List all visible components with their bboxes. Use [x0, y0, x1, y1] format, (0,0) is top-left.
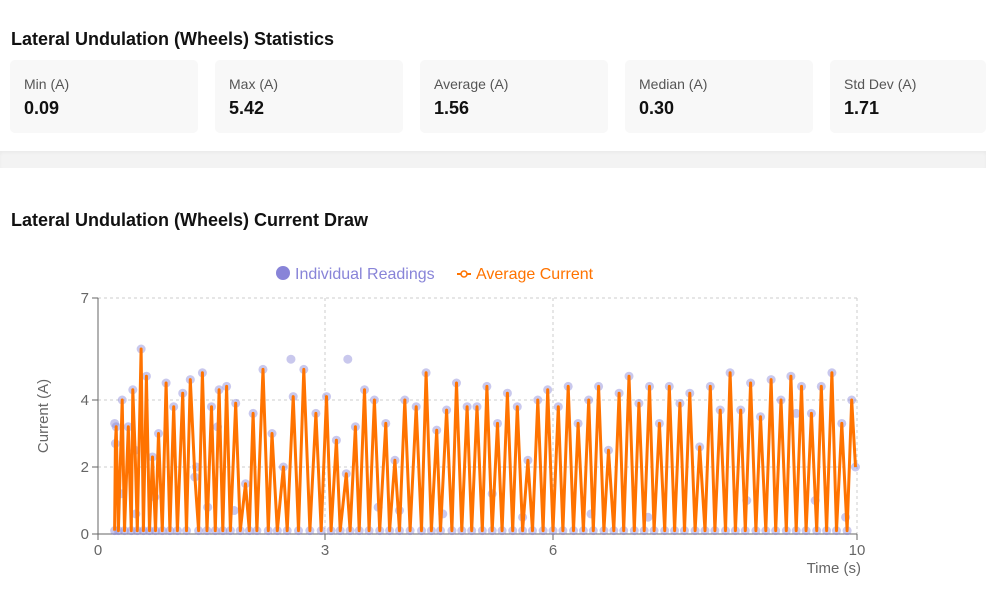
stat-value: 1.56 — [434, 98, 470, 118]
stat-label: Min (A) — [24, 76, 70, 92]
legend-marker-dot — [460, 270, 468, 278]
stat-value: 1.71 — [844, 98, 880, 118]
stats-section-title: Lateral Undulation (Wheels) Statistics — [11, 29, 335, 49]
legend-marker-individual-readings — [276, 266, 290, 280]
stat-value: 0.09 — [24, 98, 60, 118]
x-tick-label: 3 — [321, 542, 329, 559]
chart-section-title: Lateral Undulation (Wheels) Current Draw — [11, 210, 369, 230]
stat-card-median: Median (A) 0.30 — [625, 60, 813, 133]
stats-cards-row: Min (A) 0.09 Max (A) 5.42 Average (A) 1.… — [10, 60, 986, 133]
stat-label: Std Dev (A) — [844, 76, 917, 92]
chart-legend: Individual Readings Average Current — [276, 266, 594, 283]
stat-card-max: Max (A) 5.42 — [215, 60, 403, 133]
y-axis-label: Current (A) — [35, 379, 52, 453]
y-tick-label: 7 — [81, 290, 89, 307]
stat-value: 5.42 — [229, 98, 265, 118]
stat-card-stddev: Std Dev (A) 1.71 — [830, 60, 986, 133]
reading-point — [343, 354, 353, 364]
y-tick-label: 4 — [81, 392, 89, 409]
reading-point — [286, 354, 296, 364]
legend-item-individual-readings[interactable]: Individual Readings — [276, 266, 435, 283]
current-draw-chart: Individual Readings Average Current 0 2 4 7… — [35, 266, 866, 577]
x-axis-label: Time (s) — [807, 560, 861, 577]
x-tick-label: 10 — [849, 542, 866, 559]
y-tick-label: 0 — [81, 526, 89, 543]
legend-label-average-current: Average Current — [476, 266, 594, 283]
x-tick-label: 0 — [94, 542, 102, 559]
section-divider — [0, 151, 986, 168]
legend-label-individual-readings: Individual Readings — [295, 266, 435, 283]
average-current-line — [113, 347, 857, 533]
stat-card-average: Average (A) 1.56 — [420, 60, 608, 133]
stat-label: Average (A) — [434, 76, 509, 92]
y-tick-label: 2 — [81, 459, 89, 476]
reading-point — [110, 418, 120, 428]
stat-label: Median (A) — [639, 76, 708, 92]
stat-label: Max (A) — [229, 76, 278, 92]
stat-card-min: Min (A) 0.09 — [10, 60, 198, 133]
line-series — [113, 347, 857, 533]
legend-item-average-current[interactable]: Average Current — [457, 266, 594, 283]
stat-value: 0.30 — [639, 98, 675, 118]
x-tick-label: 6 — [549, 542, 557, 559]
